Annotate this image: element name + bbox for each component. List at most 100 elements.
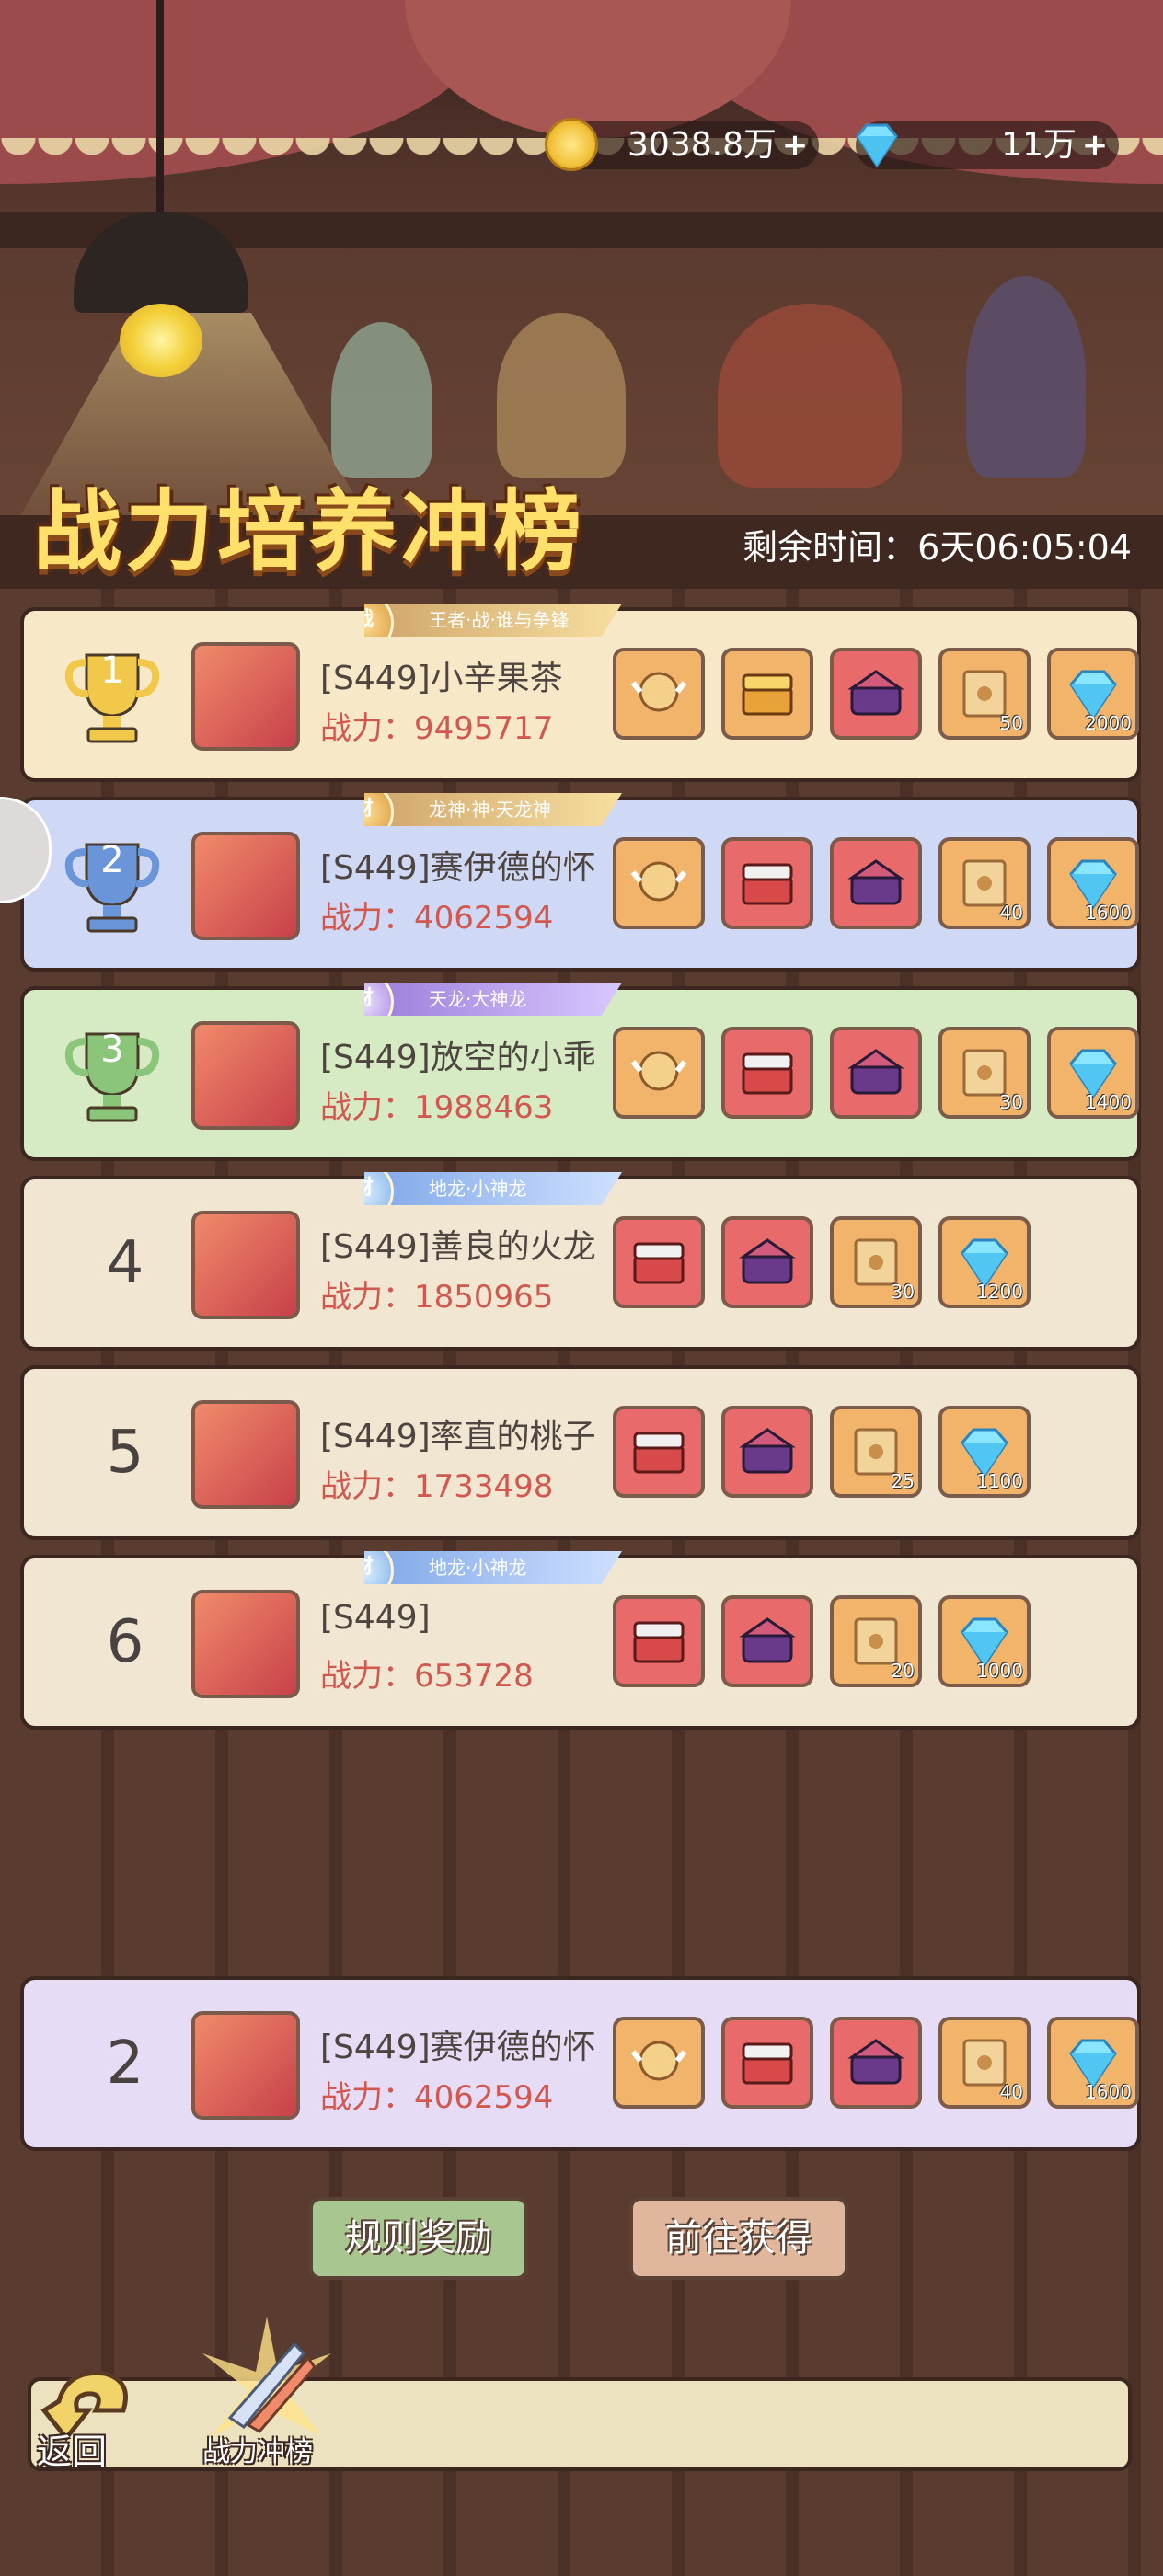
reward-item[interactable] xyxy=(721,1216,813,1308)
add-gem-icon[interactable]: + xyxy=(1080,130,1110,161)
reward-count: 1400 xyxy=(1085,1091,1132,1113)
reward-count: 1000 xyxy=(976,1660,1023,1682)
reward-item[interactable] xyxy=(721,648,813,740)
player-power: 战力：9495717 xyxy=(320,703,553,748)
title-banner-text: 地龙·小神龙 xyxy=(429,1178,527,1200)
reward-item[interactable]: 30 xyxy=(830,1216,922,1308)
player-avatar[interactable] xyxy=(191,2011,300,2120)
title-banner: 财地龙·小神龙 xyxy=(364,1172,622,1205)
reward-count: 1100 xyxy=(976,1470,1023,1492)
red-chest-icon xyxy=(633,1621,685,1663)
reward-item[interactable] xyxy=(830,648,922,740)
reward-item[interactable]: 25 xyxy=(830,1406,922,1498)
title-banner-text: 天龙·大神龙 xyxy=(429,988,527,1010)
reward-item[interactable]: 40 xyxy=(938,2017,1031,2109)
reward-item[interactable] xyxy=(721,1406,813,1498)
player-power: 战力：4062594 xyxy=(320,892,553,937)
reward-item[interactable]: 40 xyxy=(938,837,1031,929)
red-chest-icon xyxy=(742,1052,793,1095)
rank-row-3[interactable]: 3 财天龙·大神龙 [S449]放空的小乖 战力：1988463 30 1400 xyxy=(20,983,1141,1161)
power-value: 653728 xyxy=(414,1658,534,1695)
reward-item[interactable]: 1600 xyxy=(1047,837,1139,929)
dragon-box-icon xyxy=(847,859,904,905)
my-rank-row-card[interactable]: 2 [S449]赛伊德的怀 战力：4062594 40 1600 xyxy=(20,1976,1141,2151)
gem-counter[interactable]: 11万 + xyxy=(856,121,1119,169)
player-avatar[interactable] xyxy=(191,1021,300,1130)
dragon-box-icon xyxy=(739,1617,796,1663)
reward-item[interactable] xyxy=(613,1027,705,1119)
go-obtain-button[interactable]: 前往获得 xyxy=(629,2197,848,2280)
rank-number: 4 xyxy=(106,1229,144,1297)
power-label: 战力： xyxy=(320,710,414,747)
reward-item[interactable] xyxy=(613,1595,705,1687)
player-avatar[interactable] xyxy=(191,1590,300,1698)
player-power: 战力：1733498 xyxy=(320,1461,553,1506)
reward-item[interactable] xyxy=(613,1406,705,1498)
rank-number: 6 xyxy=(106,1608,144,1676)
reward-item[interactable]: 50 xyxy=(938,648,1031,740)
player-avatar[interactable] xyxy=(191,1211,300,1319)
reward-item[interactable]: 30 xyxy=(938,1027,1031,1119)
reward-item[interactable] xyxy=(830,837,922,929)
power-value: 1988463 xyxy=(414,1089,554,1126)
rank-number: 5 xyxy=(106,1419,144,1487)
dragon-box-icon xyxy=(739,1428,796,1474)
player-name: [S449]小辛果茶 xyxy=(320,660,563,697)
reward-item[interactable]: 1600 xyxy=(1047,2017,1139,2109)
reward-item[interactable]: 1100 xyxy=(938,1406,1031,1498)
badge-ticket-icon xyxy=(630,1051,687,1091)
rank-row-1[interactable]: 1 战王者·战·谁与争锋 [S449]小辛果茶 战力：9495717 50 2000 xyxy=(20,604,1141,782)
add-gold-icon[interactable]: + xyxy=(780,130,810,161)
player-avatar[interactable] xyxy=(191,832,300,940)
title-banner-text: 地龙·小神龙 xyxy=(429,1557,527,1579)
timer-value: 6天06:05:04 xyxy=(917,527,1132,568)
reward-item[interactable] xyxy=(830,2017,922,2109)
player-name: [S449]率直的桃子 xyxy=(320,1418,596,1455)
reward-count: 25 xyxy=(891,1470,915,1492)
badge-ticket-icon xyxy=(630,861,687,902)
reward-item[interactable] xyxy=(721,837,813,929)
reward-item[interactable] xyxy=(830,1027,922,1119)
gold-value: 3038.8万 xyxy=(628,126,777,164)
rank-row-5[interactable]: 5 [S449]率直的桃子战力：1733498 25 1100 xyxy=(20,1365,1141,1540)
rank-row-4[interactable]: 4 财地龙·小神龙 [S449]善良的火龙 战力：1850965 30 1200 xyxy=(20,1172,1141,1351)
reward-item[interactable] xyxy=(613,2017,705,2109)
power-label: 战力： xyxy=(320,1658,414,1695)
timer-label: 剩余时间： xyxy=(743,527,918,568)
reward-count: 1600 xyxy=(1085,902,1132,924)
gold-coin-icon xyxy=(545,118,598,171)
back-button-label[interactable]: 返回 xyxy=(37,2423,107,2474)
player-power: 战力：4062594 xyxy=(320,2072,553,2117)
reward-item[interactable] xyxy=(721,1027,813,1119)
power-value: 1733498 xyxy=(414,1468,554,1505)
rank-row-2[interactable]: 2 财龙神·神·天龙神 [S449]赛伊德的怀 战力：4062594 40 1600 xyxy=(20,793,1141,972)
reward-item[interactable] xyxy=(613,837,705,929)
rank-row-6[interactable]: 6 财地龙·小神龙 [S449] 战力：653728 20 1000 xyxy=(20,1551,1141,1730)
reward-item[interactable]: 1000 xyxy=(938,1595,1031,1687)
reward-item[interactable]: 20 xyxy=(830,1595,922,1687)
player-avatar[interactable] xyxy=(191,1400,300,1509)
red-chest-icon xyxy=(633,1242,685,1284)
gold-chest-icon xyxy=(742,673,793,716)
rules-rewards-button[interactable]: 规则奖励 xyxy=(309,2197,528,2280)
reward-item[interactable]: 1200 xyxy=(938,1216,1031,1308)
player-name: [S449]赛伊德的怀 xyxy=(320,849,596,887)
power-label: 战力： xyxy=(320,2079,414,2116)
player-avatar[interactable] xyxy=(191,642,300,751)
gold-counter[interactable]: 3038.8万 + xyxy=(545,118,819,171)
reward-item[interactable]: 1400 xyxy=(1047,1027,1139,1119)
title-banner-text: 王者·战·谁与争锋 xyxy=(429,609,570,631)
reward-item[interactable] xyxy=(721,1595,813,1687)
title-banner: 财龙神·神·天龙神 xyxy=(364,793,622,826)
power-rank-tab-label[interactable]: 战力冲榜 xyxy=(202,2429,313,2469)
reward-item[interactable] xyxy=(613,648,705,740)
reward-item[interactable] xyxy=(613,1216,705,1308)
character-silhouette-2 xyxy=(497,313,626,478)
dragon-silhouette xyxy=(718,304,902,488)
reward-item[interactable]: 2000 xyxy=(1047,648,1139,740)
curtain-middle xyxy=(405,0,791,138)
red-chest-icon xyxy=(633,1432,685,1474)
reward-item[interactable] xyxy=(721,2017,813,2109)
title-banner: 战王者·战·谁与争锋 xyxy=(364,604,622,637)
power-value: 4062594 xyxy=(414,2079,554,2116)
